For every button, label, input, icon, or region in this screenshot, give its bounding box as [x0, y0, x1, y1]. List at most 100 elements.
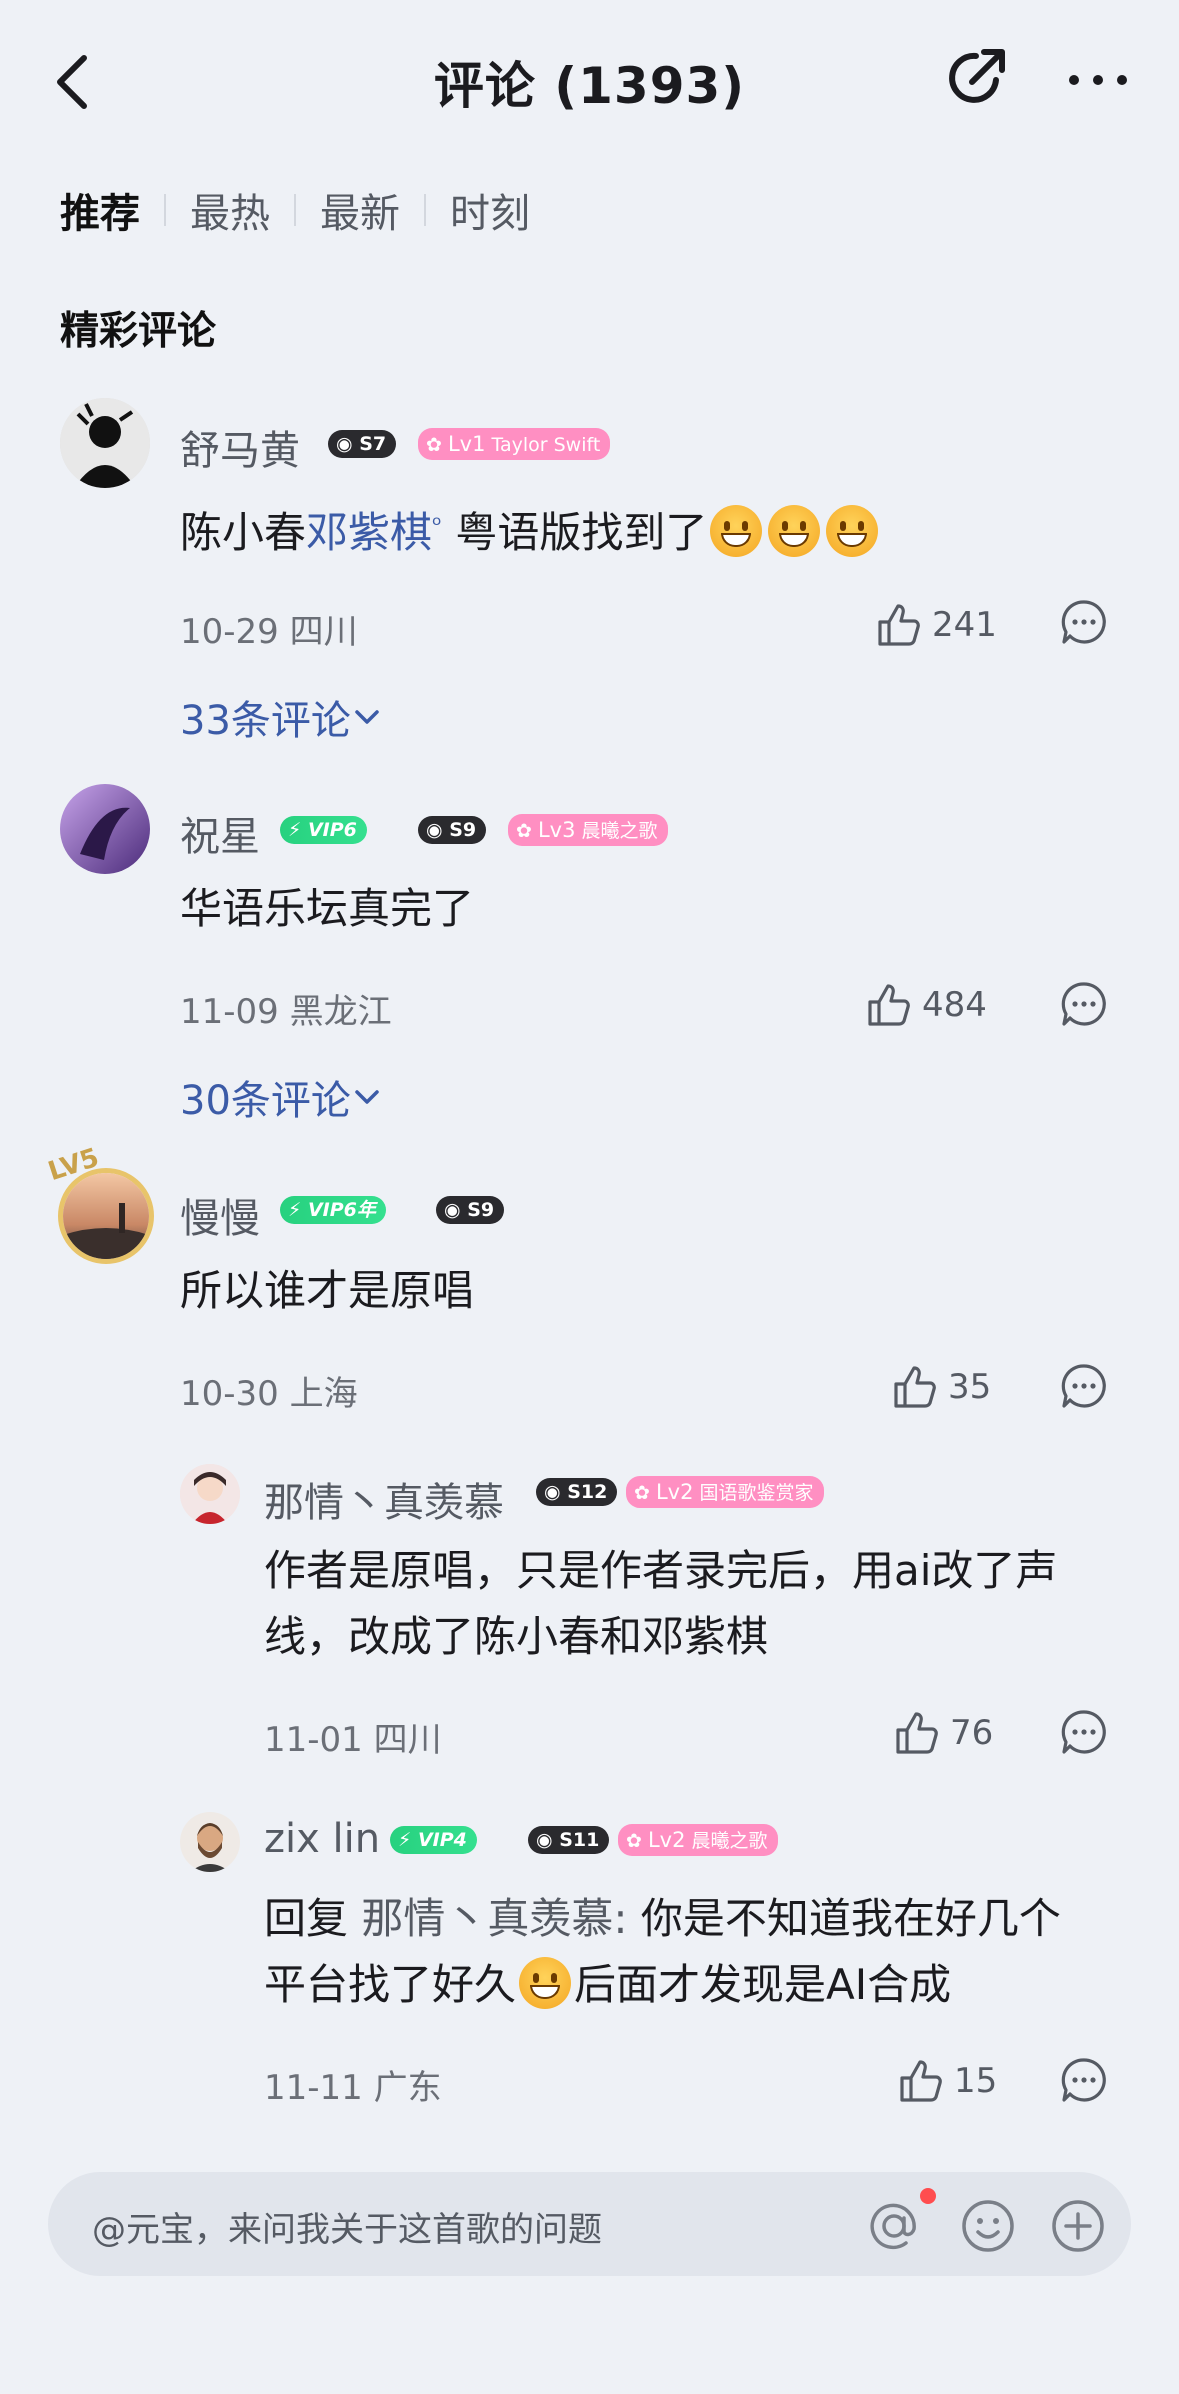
like-button[interactable]: 15 [896, 2056, 997, 2106]
username[interactable]: 舒马黄 [180, 418, 300, 476]
avatar[interactable] [60, 784, 150, 874]
comment-text: 陈小春邓紫棋ᵒ 粤语版找到了 [180, 492, 881, 566]
tab-divider [424, 194, 426, 226]
like-count: 484 [922, 985, 987, 1025]
avatar[interactable] [180, 1812, 240, 1872]
reply-button[interactable] [1060, 980, 1108, 1028]
like-count: 35 [948, 1367, 992, 1407]
plus-button[interactable] [1050, 2198, 1106, 2254]
tab-divider [294, 194, 296, 226]
grin-emoji [826, 505, 879, 557]
vip-badge: ⚡ VIP4 [390, 1826, 477, 1854]
expand-replies[interactable]: 30条评论 [180, 1068, 383, 1126]
avatar-image [60, 398, 150, 488]
avatar-image [60, 784, 150, 874]
comment-text: 所以谁才是原唱 [180, 1266, 475, 1315]
vip-badge: ⚡ VIP6 [280, 816, 367, 844]
comment-text-line: 平台找了好久 后面才发现是AI合成 [264, 1952, 1144, 2018]
level-badge: ◉ S12 [536, 1478, 618, 1506]
username[interactable]: zix lin [264, 1816, 380, 1862]
tab-newest[interactable]: 最新 [320, 181, 400, 239]
avatar[interactable] [60, 398, 150, 488]
vip-badge: ⚡ VIP6年 [280, 1196, 386, 1224]
fan-badge: ✿ Lv2 晨曦之歌 [618, 1824, 778, 1856]
reply-to-user[interactable]: 那情丶真羡慕: [361, 1894, 627, 1943]
avatar-image [180, 1464, 240, 1524]
grin-emoji [768, 505, 821, 557]
tab-divider [164, 194, 166, 226]
level-badge: ◉ S9 [418, 816, 487, 844]
comment-text: 华语乐坛真完了 [180, 884, 475, 933]
notification-dot [920, 2188, 936, 2204]
username[interactable]: 祝星 [180, 804, 260, 862]
like-count: 76 [950, 1713, 994, 1753]
username[interactable]: 那情丶真羡慕 [264, 1470, 504, 1528]
comment-text-line: 回复 那情丶真羡慕: 你是不知道我在好几个 [264, 1894, 1061, 1943]
more-button[interactable] [1066, 60, 1130, 100]
reply-icon [1061, 600, 1106, 644]
more-icon [1069, 75, 1127, 85]
grin-emoji [710, 505, 763, 557]
like-icon [900, 2060, 942, 2102]
like-button[interactable]: 241 [874, 600, 997, 650]
emoji-icon [962, 2200, 1014, 2252]
like-count: 15 [954, 2061, 998, 2101]
sort-tabs: 推荐 最热 最新 时刻 [60, 180, 530, 240]
header: 评论 (1393) [0, 0, 1179, 160]
level-badge: ◉ S9 [436, 1196, 505, 1224]
like-icon [896, 1712, 938, 1754]
reply-icon [1061, 2058, 1106, 2102]
chevron-down-icon [355, 710, 379, 724]
like-count: 241 [932, 605, 997, 645]
share-button[interactable] [944, 46, 1008, 110]
sweat-smile-emoji [519, 1957, 572, 2009]
replies-count: 30条评论 [180, 1078, 351, 1124]
comment-meta: 11-01 四川 [264, 1720, 442, 1760]
comment-meta: 11-09 黑龙江 [180, 992, 392, 1032]
level-badge: ◉ S7 [328, 430, 397, 458]
reply-button[interactable] [1060, 2056, 1108, 2104]
comment-text-line: 作者是原唱，只是作者录完后，用ai改了声 [264, 1546, 1058, 1595]
comment-meta: 11-11 广东 [264, 2068, 442, 2108]
comment-meta: 10-30 上海 [180, 1374, 358, 1414]
like-button[interactable]: 35 [890, 1362, 991, 1412]
avatar-image [180, 1812, 240, 1872]
like-icon [868, 984, 910, 1026]
comment-text-line: 线，改成了陈小春和邓紫棋 [264, 1612, 769, 1661]
comment-meta: 10-29 四川 [180, 612, 358, 652]
reply-icon [1061, 1364, 1106, 1408]
reply-button[interactable] [1060, 598, 1108, 646]
avatar[interactable] [58, 1168, 154, 1264]
chevron-down-icon [355, 1090, 379, 1104]
reply-icon [1061, 982, 1106, 1026]
at-button[interactable] [866, 2198, 922, 2254]
at-icon [870, 2203, 916, 2250]
like-icon [894, 1366, 936, 1408]
avatar-image [63, 1173, 149, 1259]
fan-badge: ✿ Lv2 国语歌鉴赏家 [626, 1476, 824, 1508]
reply-button[interactable] [1060, 1708, 1108, 1756]
section-title: 精彩评论 [60, 309, 217, 354]
search-mini-icon: ᵒ [432, 511, 442, 539]
avatar[interactable] [180, 1464, 240, 1524]
comment-text: 回复 那情丶真羡慕: 你是不知道我在好几个 平台找了好久 后面才发现是AI合成 [264, 1886, 1144, 2018]
share-icon [949, 49, 1005, 103]
comment-text: 作者是原唱，只是作者录完后，用ai改了声 线，改成了陈小春和邓紫棋 [264, 1538, 1144, 1670]
username[interactable]: 慢慢 [180, 1186, 260, 1244]
tab-moments[interactable]: 时刻 [450, 181, 530, 239]
emoji-button[interactable] [960, 2198, 1016, 2254]
expand-replies[interactable]: 33条评论 [180, 688, 383, 746]
level-badge: ◉ S11 [528, 1826, 610, 1854]
tab-hottest[interactable]: 最热 [190, 181, 270, 239]
reply-button[interactable] [1060, 1362, 1108, 1410]
mention-link[interactable]: 邓紫棋 [306, 508, 432, 557]
reply-icon [1061, 1710, 1106, 1754]
plus-icon [1052, 2200, 1104, 2252]
like-icon [878, 604, 920, 646]
comment-input-bar[interactable]: @元宝，来问我关于这首歌的问题 [48, 2172, 1131, 2276]
like-button[interactable]: 76 [892, 1708, 993, 1758]
tab-recommended[interactable]: 推荐 [60, 181, 140, 239]
fan-badge: ✿ Lv3 晨曦之歌 [508, 814, 668, 846]
like-button[interactable]: 484 [864, 980, 987, 1030]
comment-input[interactable]: @元宝，来问我关于这首歌的问题 [92, 2202, 602, 2251]
